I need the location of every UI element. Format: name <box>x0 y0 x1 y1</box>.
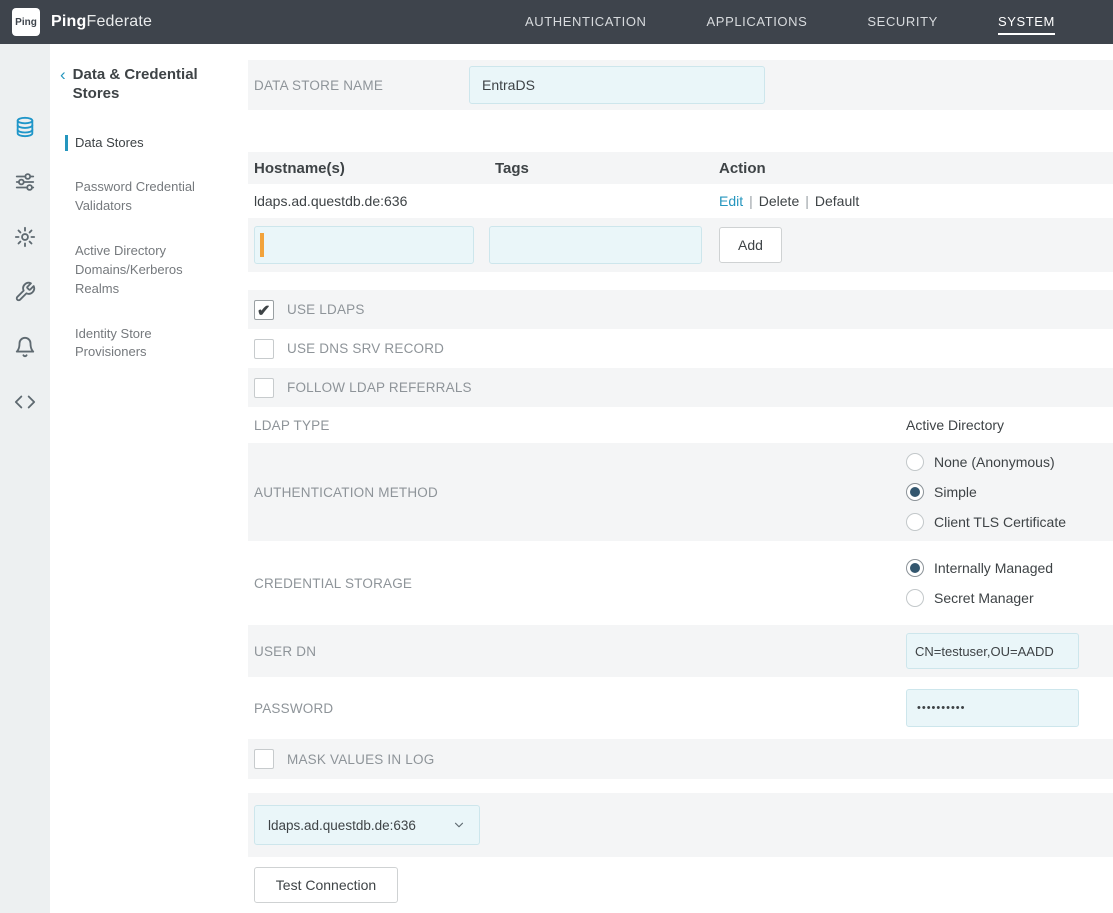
test-connection-button[interactable]: Test Connection <box>254 867 398 903</box>
mask-values-in-log-checkbox[interactable] <box>254 749 274 769</box>
main-content: DATA STORE NAME Hostname(s) Tags Action … <box>233 44 1113 913</box>
hostname-cell: ldaps.ad.questdb.de:636 <box>254 193 495 209</box>
user-dn-label: USER DN <box>254 644 906 659</box>
action-cell: Edit | Delete | Default <box>719 193 1113 209</box>
data-store-name-row: DATA STORE NAME <box>248 60 1113 110</box>
chevron-down-icon <box>452 818 466 832</box>
password-input[interactable] <box>906 689 1079 727</box>
test-connection-area: Test Connection <box>248 867 1113 903</box>
default-link[interactable]: Default <box>815 193 859 209</box>
sidebar-item-data-stores[interactable]: Data Stores <box>50 134 233 153</box>
radio-client-tls-certificate-label: Client TLS Certificate <box>934 514 1066 530</box>
hostname-column-header: Hostname(s) <box>254 160 495 177</box>
new-tags-input[interactable] <box>489 226 702 264</box>
radio-secret-manager-label: Secret Manager <box>934 590 1034 606</box>
radio-option-client-tls-certificate[interactable]: Client TLS Certificate <box>906 507 1066 537</box>
radio-option-internally-managed[interactable]: Internally Managed <box>906 553 1053 583</box>
nav-security[interactable]: SECURITY <box>867 9 938 35</box>
ldap-type-label: LDAP TYPE <box>254 418 906 433</box>
use-dns-srv-record-label: USE DNS SRV RECORD <box>287 341 444 356</box>
follow-ldap-referrals-checkbox[interactable] <box>254 378 274 398</box>
gear-icon[interactable] <box>13 225 37 249</box>
ping-logo[interactable]: Ping <box>12 8 40 36</box>
new-hostname-input[interactable] <box>254 226 474 264</box>
ping-logo-text: Ping <box>15 17 37 28</box>
use-ldaps-row: USE LDAPS <box>248 290 1113 329</box>
brand-light: Federate <box>86 13 152 30</box>
radio-internally-managed[interactable] <box>906 559 924 577</box>
hostname-table-header: Hostname(s) Tags Action <box>248 152 1113 184</box>
radio-internally-managed-label: Internally Managed <box>934 560 1053 576</box>
use-dns-srv-record-checkbox[interactable] <box>254 339 274 359</box>
sidebar-item-active-directory-domains[interactable]: Active Directory Domains/Kerberos Realms <box>50 242 233 299</box>
connection-host-selected-value: ldaps.ad.questdb.de:636 <box>268 818 416 833</box>
ldap-type-row: LDAP TYPE Active Directory <box>248 407 1113 443</box>
sidebar: ‹ Data & Credential Stores Data Stores P… <box>50 44 233 913</box>
icon-rail <box>0 44 50 913</box>
password-row: PASSWORD <box>248 677 1113 739</box>
hostname-table-row: ldaps.ad.questdb.de:636 Edit | Delete | Defa… <box>248 184 1113 218</box>
back-chevron-icon[interactable]: ‹ <box>60 66 66 104</box>
follow-ldap-referrals-row: FOLLOW LDAP REFERRALS <box>248 368 1113 407</box>
new-hostname-input-wrap <box>254 226 474 264</box>
sidebar-item-password-credential-validators[interactable]: Password Credential Validators <box>50 178 233 216</box>
delete-link[interactable]: Delete <box>759 193 799 209</box>
code-icon[interactable] <box>13 390 37 414</box>
app-title: PingFederate <box>51 13 152 31</box>
radio-option-simple[interactable]: Simple <box>906 477 1066 507</box>
radio-client-tls-certificate[interactable] <box>906 513 924 531</box>
connection-select-row: ldaps.ad.questdb.de:636 <box>248 793 1113 857</box>
nav-applications[interactable]: APPLICATIONS <box>707 9 808 35</box>
user-dn-input[interactable] <box>906 633 1079 669</box>
mask-values-in-log-label: MASK VALUES IN LOG <box>287 752 434 767</box>
database-icon[interactable] <box>13 115 37 139</box>
app-body: ‹ Data & Credential Stores Data Stores P… <box>0 44 1113 913</box>
authentication-method-label: AUTHENTICATION METHOD <box>254 485 906 500</box>
use-ldaps-checkbox[interactable] <box>254 300 274 320</box>
data-store-name-label: DATA STORE NAME <box>254 78 469 93</box>
sidebar-items: Data Stores Password Credential Validato… <box>50 134 233 363</box>
connection-host-select[interactable]: ldaps.ad.questdb.de:636 <box>254 805 480 845</box>
radio-secret-manager[interactable] <box>906 589 924 607</box>
top-bar: Ping PingFederate AUTHENTICATION APPLICA… <box>0 0 1113 44</box>
sidebar-title: Data & Credential Stores <box>73 66 223 104</box>
tags-column-header: Tags <box>495 160 719 177</box>
radio-simple[interactable] <box>906 483 924 501</box>
primary-nav: AUTHENTICATION APPLICATIONS SECURITY SYS… <box>525 9 1055 35</box>
credential-storage-row: CREDENTIAL STORAGE Internally Managed Se… <box>248 541 1113 625</box>
text-cursor <box>260 233 264 257</box>
nav-system[interactable]: SYSTEM <box>998 9 1055 35</box>
radio-none-anonymous-label: None (Anonymous) <box>934 454 1055 470</box>
action-column-header: Action <box>719 160 1113 177</box>
edit-link[interactable]: Edit <box>719 193 743 209</box>
data-store-name-input[interactable] <box>469 66 765 104</box>
radio-option-secret-manager[interactable]: Secret Manager <box>906 583 1053 613</box>
use-ldaps-label: USE LDAPS <box>287 302 365 317</box>
mask-values-in-log-row: MASK VALUES IN LOG <box>248 739 1113 779</box>
sidebar-header: ‹ Data & Credential Stores <box>50 66 233 104</box>
action-separator: | <box>749 193 753 209</box>
nav-authentication[interactable]: AUTHENTICATION <box>525 9 647 35</box>
credential-storage-label: CREDENTIAL STORAGE <box>254 576 906 591</box>
brand-bold: Ping <box>51 13 86 30</box>
sliders-icon[interactable] <box>13 170 37 194</box>
password-label: PASSWORD <box>254 701 906 716</box>
follow-ldap-referrals-label: FOLLOW LDAP REFERRALS <box>287 380 472 395</box>
credential-storage-options: Internally Managed Secret Manager <box>906 553 1053 613</box>
add-hostname-row: Add <box>248 218 1113 272</box>
action-separator: | <box>805 193 809 209</box>
radio-option-none-anonymous[interactable]: None (Anonymous) <box>906 447 1066 477</box>
authentication-method-row: AUTHENTICATION METHOD None (Anonymous) S… <box>248 443 1113 541</box>
wrench-icon[interactable] <box>13 280 37 304</box>
radio-simple-label: Simple <box>934 484 977 500</box>
add-button[interactable]: Add <box>719 227 782 263</box>
bell-icon[interactable] <box>13 335 37 359</box>
use-dns-srv-record-row: USE DNS SRV RECORD <box>248 329 1113 368</box>
radio-none-anonymous[interactable] <box>906 453 924 471</box>
authentication-method-options: None (Anonymous) Simple Client TLS Certi… <box>906 447 1066 537</box>
sidebar-item-identity-store-provisioners[interactable]: Identity Store Provisioners <box>50 325 233 363</box>
user-dn-row: USER DN <box>248 625 1113 677</box>
ldap-type-value: Active Directory <box>906 417 1004 433</box>
